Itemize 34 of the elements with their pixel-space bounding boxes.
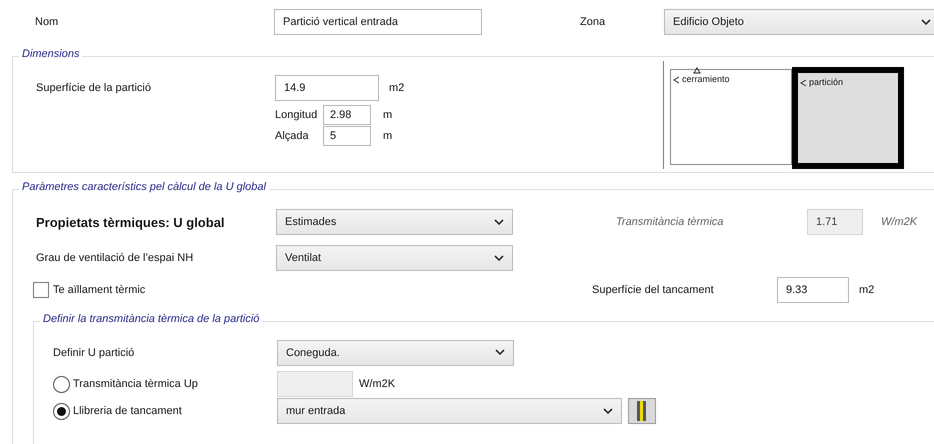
diagram-label: cerramiento bbox=[682, 74, 730, 84]
unit-label: W/m2K bbox=[359, 378, 396, 390]
library-select[interactable]: mur entrada bbox=[277, 398, 622, 424]
dimension-field[interactable]: 5 bbox=[323, 126, 371, 146]
field-label: Superfície de la partició bbox=[35, 82, 152, 94]
unit-label: m2 bbox=[859, 284, 874, 296]
field-label: Longitud bbox=[275, 109, 318, 121]
unit-label: W/m2K bbox=[881, 216, 918, 228]
section-title: Paràmetres característics pel càlcul de la U global bbox=[19, 181, 269, 193]
zone-select[interactable]: Edificio Objeto bbox=[664, 9, 934, 35]
closure-surface-field[interactable]: 9.33 bbox=[777, 277, 849, 303]
field-label: Grau de ventilació de l’espai NH bbox=[35, 252, 194, 264]
section-title: Definir la transmitància tèrmica de la partició bbox=[40, 313, 262, 325]
unit-label: m bbox=[383, 109, 392, 121]
field-label: Propietats tèrmiques: U global bbox=[35, 214, 226, 230]
field-label: Alçada bbox=[275, 130, 310, 142]
radio-label: Llibreria de tancament bbox=[73, 405, 183, 417]
ventilation-select[interactable]: Ventilat bbox=[276, 245, 513, 271]
properties-select[interactable]: Estimades bbox=[276, 209, 513, 235]
checkbox-label: Te aïllament tèrmic bbox=[53, 284, 146, 296]
field-label: Definir U partició bbox=[52, 346, 136, 358]
name-label: Nom bbox=[34, 16, 60, 28]
radio-label: Transmitància tèrmica Up bbox=[73, 378, 199, 390]
name-field[interactable]: Partició vertical entrada bbox=[274, 9, 482, 35]
surface-field[interactable]: 14.9 bbox=[275, 75, 379, 101]
unit-label: m2 bbox=[389, 82, 404, 94]
zone-label: Zona bbox=[580, 16, 606, 28]
field-label: Transmitància tèrmica bbox=[615, 216, 724, 228]
define-u-select[interactable]: Coneguda. bbox=[277, 340, 514, 366]
dimension-field[interactable]: 2.98 bbox=[323, 105, 371, 125]
diagram-label: partición bbox=[809, 77, 844, 87]
field-label: Superfície del tancament bbox=[592, 284, 715, 296]
section-title: Dimensions bbox=[19, 48, 82, 60]
unit-label: m bbox=[383, 130, 392, 142]
